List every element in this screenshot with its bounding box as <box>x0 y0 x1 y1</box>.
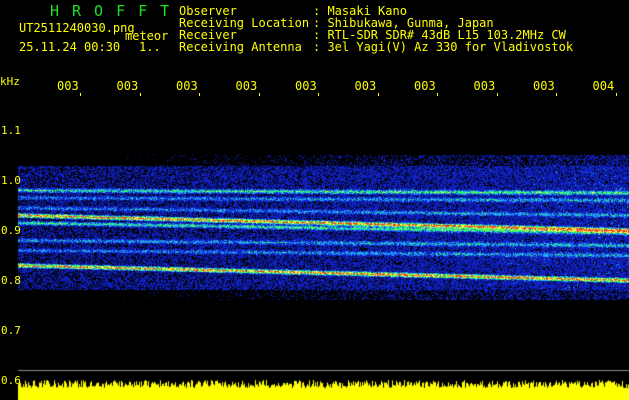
antenna-label: Receiving Antenna <box>179 40 302 54</box>
x-tick: 0035 <box>295 80 316 92</box>
x-tick-mark <box>437 93 438 96</box>
x-tick-mark <box>496 93 498 96</box>
x-tick-mark <box>377 93 379 96</box>
x-tick: 0039 <box>533 80 554 92</box>
x-tick-mark <box>556 93 557 96</box>
x-tick: 0031 <box>57 80 78 92</box>
x-tick-mark <box>199 93 200 96</box>
y-tick: 0.8 <box>1 274 21 287</box>
x-tick-mark <box>139 93 141 96</box>
x-tick: 0040 <box>592 80 614 92</box>
app-title: HROFFT <box>50 2 183 20</box>
spectrogram <box>0 0 629 400</box>
x-tick-mark <box>615 93 617 96</box>
y-unit-label: kHz <box>0 75 20 88</box>
filename: UT2511240030.png <box>19 21 135 35</box>
x-tick-mark <box>258 93 260 96</box>
y-tick: 0.9 <box>1 224 21 237</box>
x-tick-mark <box>80 93 81 96</box>
datetime: 25.11.24 00:30 <box>19 40 121 54</box>
y-tick: 1.0 <box>1 174 21 187</box>
x-tick: 0034 <box>235 80 257 92</box>
y-tick: 1.1 <box>1 124 21 137</box>
antenna-value: : 3el Yagi(V) Az 330 for Vladivostok <box>313 40 574 54</box>
x-tick: 0037 <box>414 80 435 92</box>
extra-indicator: 1.. <box>139 40 161 54</box>
x-tick: 0032 <box>116 80 138 92</box>
x-tick: 0036 <box>354 80 376 92</box>
y-tick: 0.7 <box>1 324 21 337</box>
x-tick: 0033 <box>176 80 197 92</box>
y-tick: 0.6 <box>1 374 21 387</box>
x-tick: 0038 <box>473 80 495 92</box>
x-tick-mark <box>318 93 319 96</box>
